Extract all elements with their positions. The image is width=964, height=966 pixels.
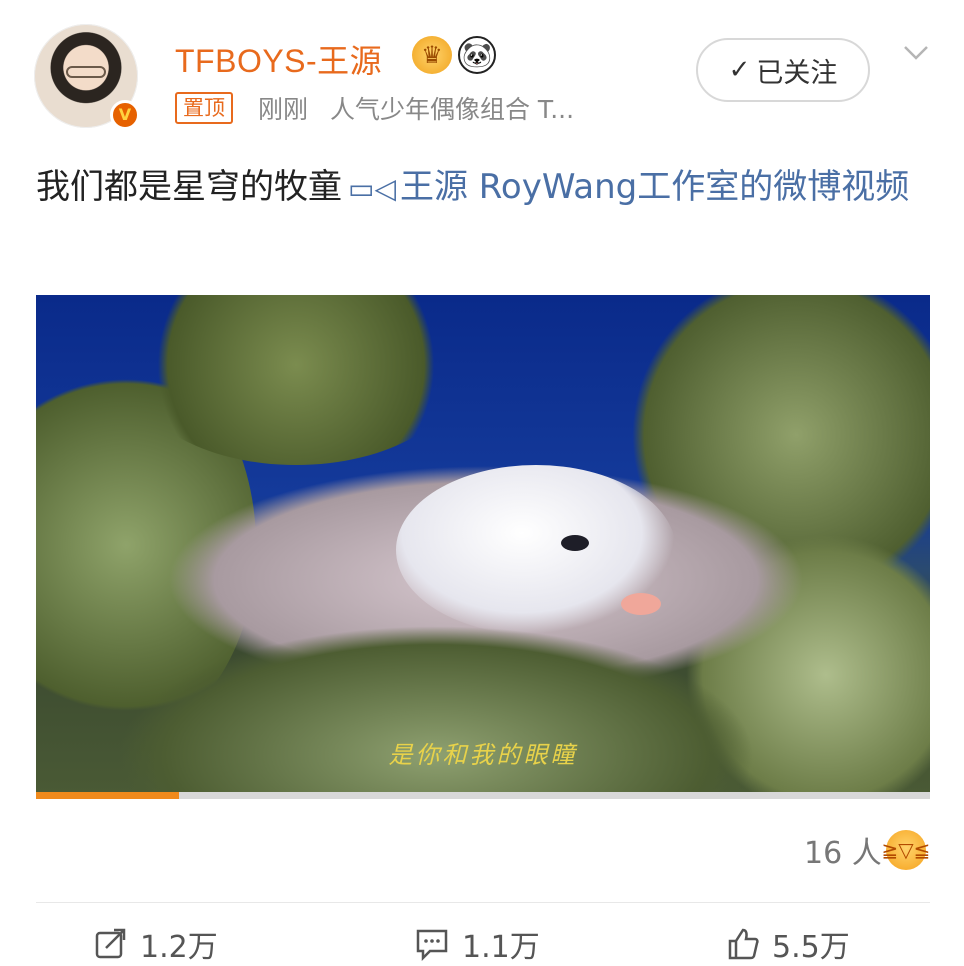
avatar[interactable]: V (34, 24, 140, 130)
bird-eye (561, 535, 589, 551)
like-button[interactable]: 5.5万 (726, 922, 850, 966)
post-text: 我们都是星穹的牧童 ▭◁ 王源 RoyWang工作室的微博视频 (36, 160, 936, 216)
video-progress-fill (36, 792, 180, 799)
username[interactable]: TFBOYS-王源 (175, 36, 382, 82)
user-description: 人气少年偶像组合 T... (329, 95, 575, 124)
video-camera-icon: ▭◁ (348, 172, 396, 205)
video-progress-bar[interactable] (36, 792, 930, 799)
video-source-link[interactable]: 王源 RoyWang工作室的微博视频 (400, 167, 909, 207)
repost-count: 1.2万 (140, 930, 218, 965)
follow-button[interactable]: ✓ 已关注 (696, 38, 870, 102)
comment-icon (416, 929, 448, 961)
user-badges: ♛ 🐼 (412, 36, 496, 74)
comment-count: 1.1万 (462, 930, 540, 965)
post-meta: 刚刚 人气少年偶像组合 T... (258, 90, 574, 126)
avatar-glasses (66, 66, 106, 78)
post-time: 刚刚 (258, 95, 309, 124)
bird-beak (621, 593, 661, 615)
like-icon (728, 928, 759, 960)
post-body: 我们都是星穹的牧童 (36, 167, 342, 207)
video-player[interactable]: 是你和我的眼瞳 (36, 295, 930, 795)
repost-icon (95, 928, 126, 959)
laugh-emoji-icon[interactable]: ≧▽≦ (882, 830, 930, 870)
comment-button[interactable]: 1.1万 (414, 922, 540, 966)
action-bar: 1.2万 1.1万 5.5万 (0, 922, 964, 965)
crown-icon: ♛ (412, 36, 452, 74)
video-subtitle: 是你和我的眼瞳 (388, 741, 578, 769)
pinned-tag: 置顶 (175, 92, 233, 124)
like-count: 5.5万 (772, 930, 850, 965)
panda-icon: 🐼 (458, 36, 496, 74)
verified-v-icon: V (110, 100, 140, 130)
chevron-down-icon[interactable] (902, 38, 930, 66)
divider (36, 902, 930, 903)
follow-button-label: 已关注 (756, 57, 838, 89)
check-icon: ✓ (728, 55, 751, 85)
reaction-count[interactable]: 16 人 (804, 828, 882, 872)
repost-button[interactable]: 1.2万 (94, 922, 218, 966)
